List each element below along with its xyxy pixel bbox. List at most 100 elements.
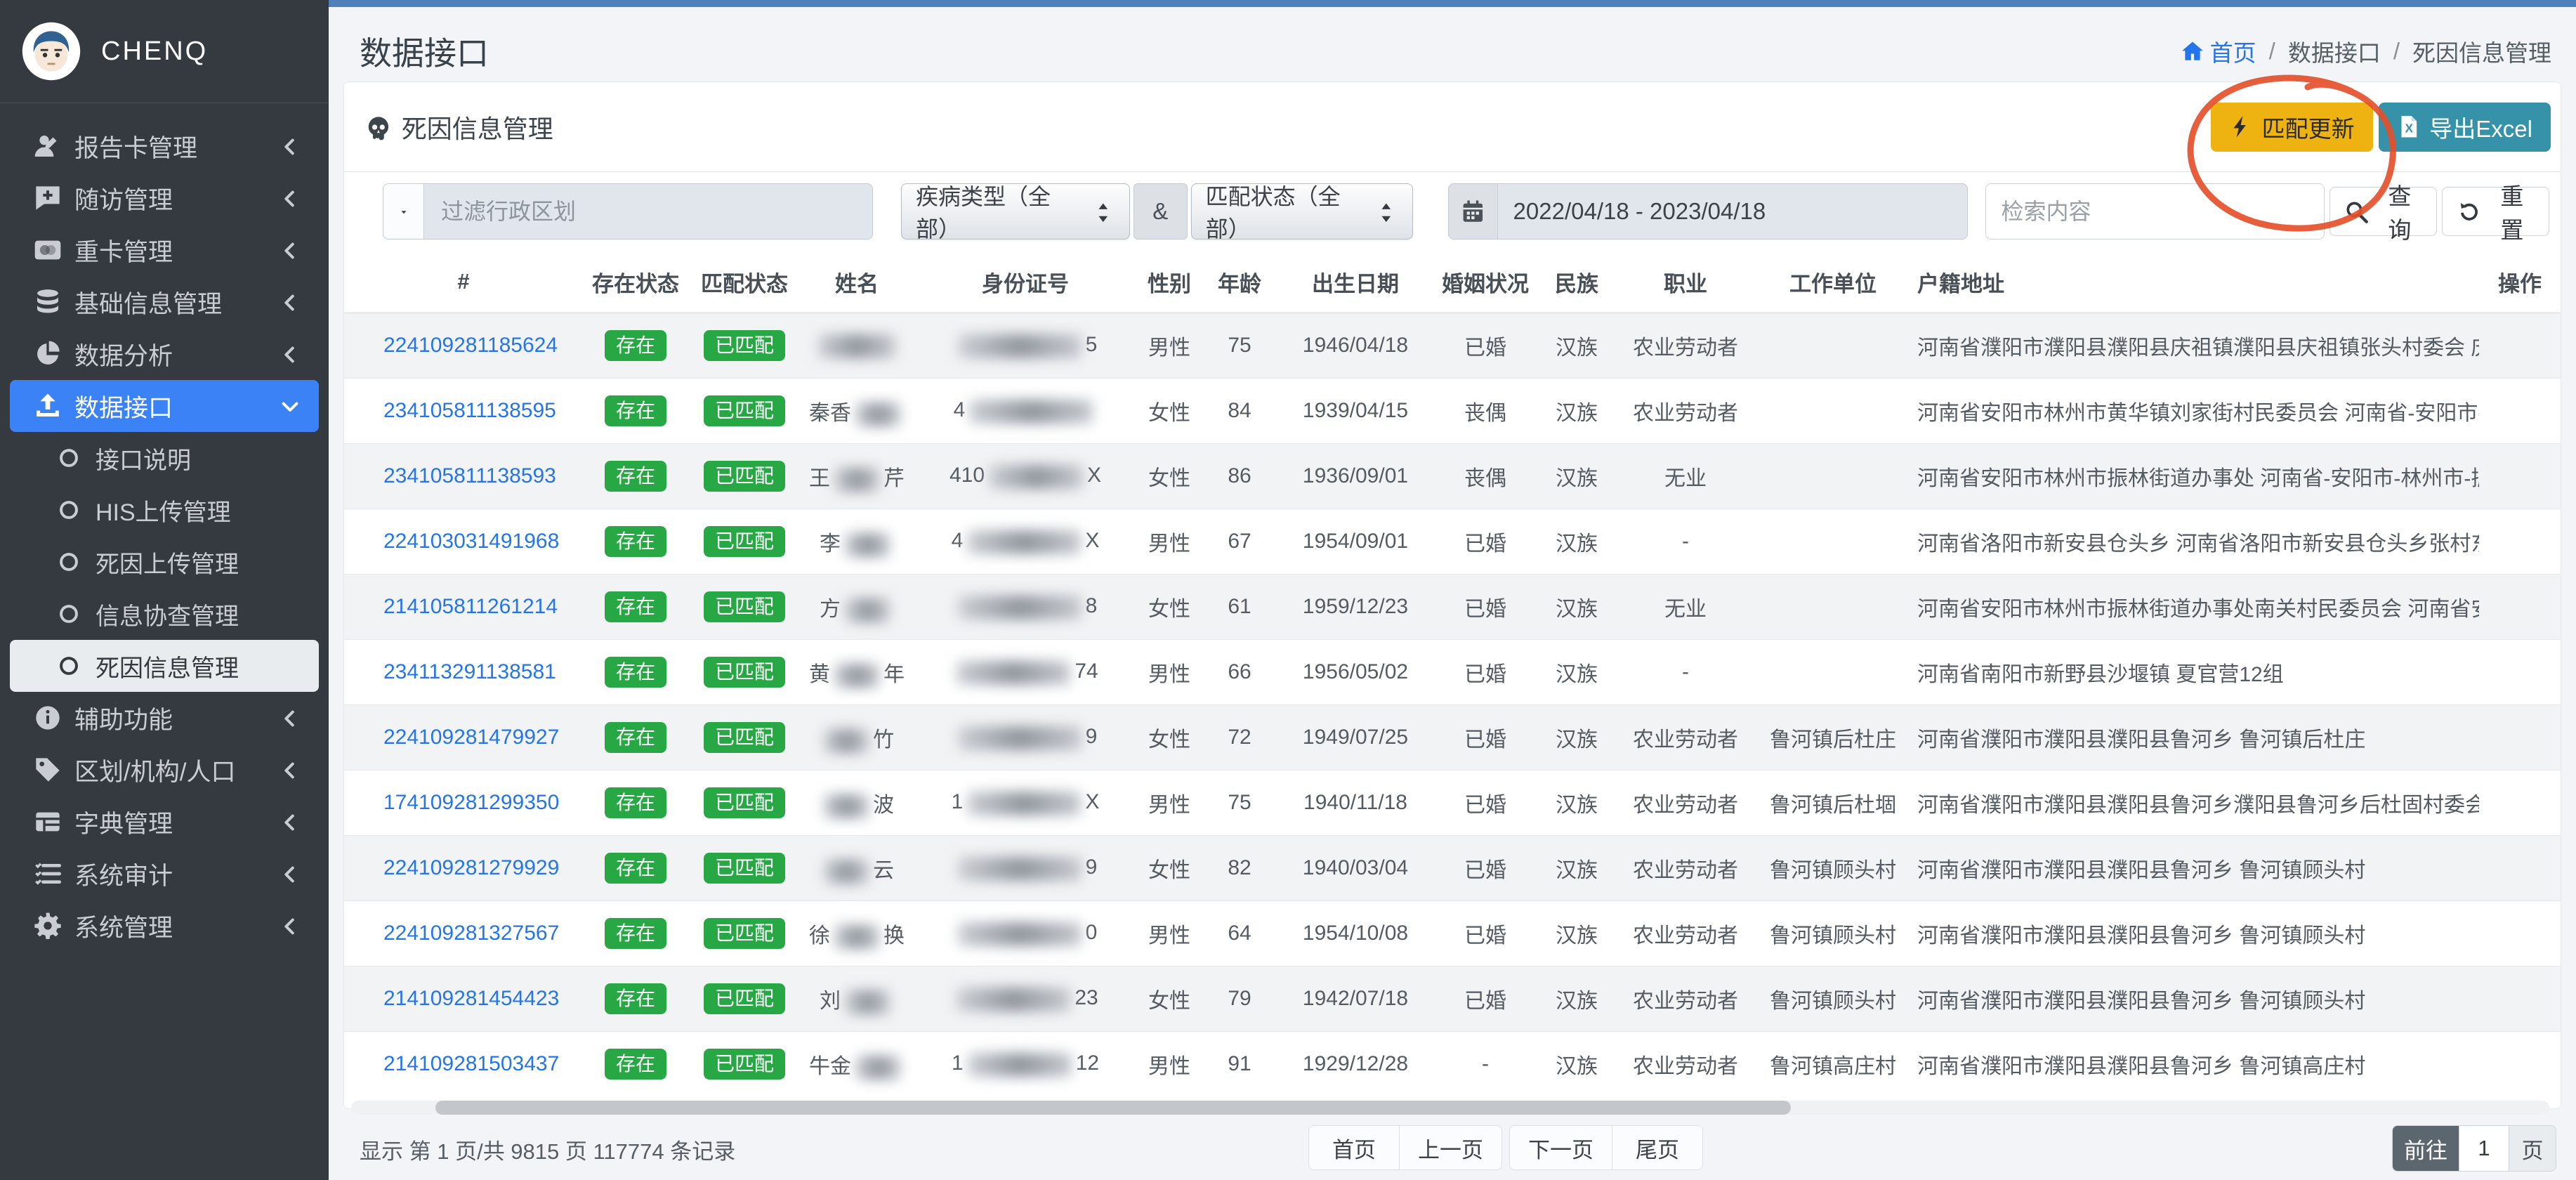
occupation-cell: - [1615, 640, 1756, 705]
exist-status-badge: 存在 [605, 591, 666, 622]
record-id-link[interactable]: 174109281299350 [383, 791, 559, 814]
sidebar-item-12[interactable]: 区划/机构/人口 [10, 744, 319, 796]
breadcrumb-separator: / [2393, 38, 2400, 65]
dob-cell: 1940/03/04 [1278, 836, 1433, 901]
col-header-5: 性别 [1138, 251, 1201, 313]
ethnic-cell: 汉族 [1538, 705, 1615, 771]
address-cell: 河南省濮阳市濮阳县濮阳县鲁河乡 鲁河镇顾头村 [1910, 836, 2479, 901]
chevron-down-icon [280, 395, 301, 417]
reset-button[interactable]: 重置 [2442, 187, 2549, 236]
circle-icon [53, 548, 84, 576]
age-cell: 61 [1201, 575, 1278, 640]
table-row-3: 224103031491968存在已匹配李4X男性671954/09/01已婚汉… [344, 509, 2561, 575]
disease-type-select[interactable]: 疾病类型（全部） [901, 183, 1130, 240]
export-excel-button[interactable]: X 导出Excel [2379, 103, 2551, 152]
chart-pie-icon [32, 340, 63, 368]
record-id-link[interactable]: 224103031491968 [383, 530, 559, 553]
table-list-icon [32, 808, 63, 836]
sidebar-item-4[interactable]: 数据分析 [10, 328, 319, 380]
address-cell: 河南省安阳市林州市振林街道办事处南关村民委员会 河南省安 [1910, 575, 2479, 640]
address-cell: 河南省安阳市林州市振林街道办事处 河南省-安阳市-林州市-振 [1910, 444, 2479, 509]
occupation-cell: 农业劳动者 [1615, 705, 1756, 771]
page-button-首页[interactable]: 首页 [1309, 1126, 1399, 1169]
match-status-badge: 已匹配 [704, 918, 785, 949]
work-unit-cell: 鲁河镇后杜堌 [1756, 771, 1910, 836]
goto-page-button[interactable]: 前往 [2393, 1126, 2459, 1171]
page-button-下一页[interactable]: 下一页 [1510, 1126, 1612, 1169]
ethnic-cell: 汉族 [1538, 444, 1615, 509]
sidebar-item-6[interactable]: 接口说明 [10, 432, 319, 484]
page-button-上一页[interactable]: 上一页 [1399, 1126, 1501, 1169]
region-dropdown-toggle[interactable] [383, 183, 423, 240]
record-id-link[interactable]: 224109281479927 [383, 726, 559, 749]
sidebar-item-14[interactable]: 系统审计 [10, 848, 319, 900]
sidebar-item-15[interactable]: 系统管理 [10, 900, 319, 952]
query-button[interactable]: 查询 [2329, 187, 2437, 236]
dob-cell: 1929/12/28 [1278, 1032, 1433, 1097]
sidebar-item-1[interactable]: 随访管理 [10, 172, 319, 224]
sidebar-item-5[interactable]: 数据接口 [10, 380, 319, 432]
record-id-link[interactable]: 214109281503437 [383, 1052, 559, 1075]
record-id-link[interactable]: 224109281185624 [383, 334, 558, 357]
actions-cell [2479, 444, 2561, 509]
sidebar-item-13[interactable]: 字典管理 [10, 796, 319, 848]
sidebar-item-9[interactable]: 信息协查管理 [10, 588, 319, 640]
record-id-link[interactable]: 224109281327567 [383, 922, 559, 945]
panel-title-wrap: 死因信息管理 [365, 109, 553, 145]
age-cell: 67 [1201, 509, 1278, 575]
calendar-icon [1448, 183, 1497, 240]
dob-cell: 1954/09/01 [1278, 509, 1433, 575]
sort-arrows-icon [1374, 198, 1398, 224]
excel-file-icon: X [2397, 114, 2421, 139]
work-unit-cell [1756, 444, 1910, 509]
sidebar-item-11[interactable]: 辅助功能 [10, 692, 319, 744]
main-content: 数据接口 首页/数据接口/死因信息管理 死因信息管理 匹配更新 X 导出Exce… [329, 0, 2576, 1180]
sidebar-item-label: HIS上传管理 [96, 493, 301, 527]
col-header-7: 出生日期 [1278, 251, 1433, 313]
region-filter-input[interactable] [423, 183, 873, 240]
record-id-link[interactable]: 234105811138595 [383, 399, 556, 422]
sidebar-item-10[interactable]: 死因信息管理 [10, 640, 319, 692]
sidebar-item-7[interactable]: HIS上传管理 [10, 484, 319, 536]
breadcrumb-item-2: 死因信息管理 [2412, 34, 2551, 68]
sidebar-item-label: 系统管理 [74, 908, 280, 944]
age-cell: 72 [1201, 705, 1278, 771]
sidebar-item-0[interactable]: 报告卡管理 [10, 120, 319, 172]
match-status-select[interactable]: 匹配状态（全部） [1191, 183, 1413, 240]
breadcrumb-item-0[interactable]: 首页 [2181, 34, 2256, 68]
match-status-badge: 已匹配 [704, 591, 785, 622]
circle-icon [53, 652, 84, 680]
match-status-badge: 已匹配 [704, 787, 785, 818]
sidebar-item-label: 基础信息管理 [74, 284, 280, 320]
page-button-尾页[interactable]: 尾页 [1612, 1126, 1702, 1169]
sidebar-item-8[interactable]: 死因上传管理 [10, 536, 319, 588]
actions-cell [2479, 771, 2561, 836]
match-status-badge: 已匹配 [704, 461, 785, 492]
date-range-picker[interactable]: 2022/04/18 - 2023/04/18 [1448, 183, 1968, 240]
sidebar-item-2[interactable]: 重卡管理 [10, 224, 319, 276]
ethnic-cell: 汉族 [1538, 1032, 1615, 1097]
work-unit-cell: 鲁河镇顾头村 [1756, 836, 1910, 901]
sidebar-item-3[interactable]: 基础信息管理 [10, 276, 319, 328]
match-status-badge: 已匹配 [704, 853, 785, 884]
id-number-cell: 8 [913, 575, 1138, 640]
occupation-cell: 无业 [1615, 444, 1756, 509]
match-update-button[interactable]: 匹配更新 [2211, 103, 2373, 152]
dob-cell: 1940/11/18 [1278, 771, 1433, 836]
work-unit-cell: 鲁河镇顾头村 [1756, 966, 1910, 1032]
goto-page-input[interactable] [2459, 1126, 2509, 1171]
id-number-cell: 9 [913, 836, 1138, 901]
search-input[interactable] [1985, 183, 2325, 240]
chevron-left-icon [280, 707, 301, 728]
record-id-link[interactable]: 224109281279929 [383, 856, 559, 879]
brand[interactable]: CHENQ [0, 0, 329, 103]
record-id-link[interactable]: 214105811261214 [383, 595, 558, 618]
gear-icon [32, 912, 63, 940]
sort-arrows-icon [1091, 198, 1115, 224]
record-id-link[interactable]: 234113291138581 [383, 660, 556, 683]
record-id-link[interactable]: 214109281454423 [383, 987, 559, 1010]
page-title: 数据接口 [360, 28, 489, 74]
id-number-cell: 23 [913, 966, 1138, 1032]
panel-header: 死因信息管理 匹配更新 X 导出Excel [344, 82, 2561, 172]
record-id-link[interactable]: 234105811138593 [383, 464, 556, 487]
